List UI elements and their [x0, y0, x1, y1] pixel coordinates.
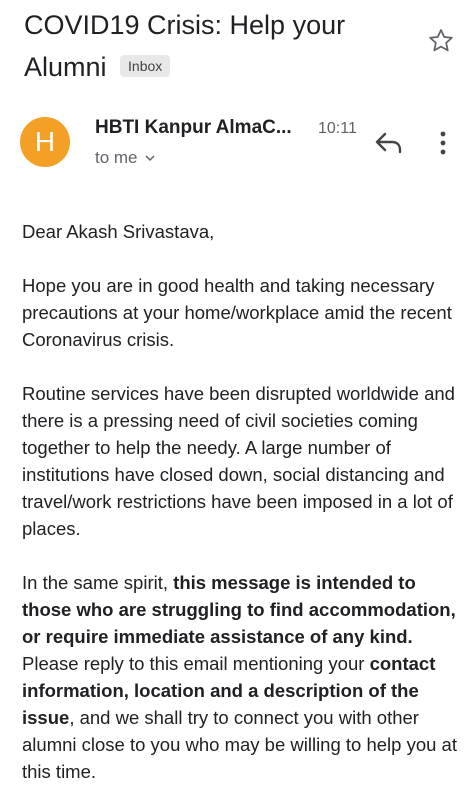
sender-name[interactable]: HBTI Kanpur AlmaC...: [95, 116, 305, 140]
reply-icon[interactable]: [374, 130, 404, 156]
subject-text: COVID19 Crisis: Help your Alumni: [24, 10, 346, 82]
star-outline-icon[interactable]: [426, 26, 456, 56]
email-time: 10:11: [318, 120, 357, 137]
email-body: Dear Akash Srivastava, Hope you are in g…: [22, 218, 470, 812]
sender-avatar[interactable]: H: [20, 117, 70, 167]
recipient-label: to me: [95, 148, 138, 167]
more-vert-icon[interactable]: [436, 128, 450, 158]
recipient-details-toggle[interactable]: to me: [95, 148, 158, 168]
greeting: Dear Akash Srivastava,: [22, 221, 215, 242]
request-text-2: Please reply to this email mentioning yo…: [22, 653, 370, 674]
email-subject: COVID19 Crisis: Help your Alumni Inbox: [24, 4, 414, 88]
chevron-down-icon: [145, 155, 155, 162]
paragraph-services: Routine services have been disrupted wor…: [22, 383, 455, 539]
request-text-1: In the same spirit,: [22, 572, 174, 593]
inbox-label-chip[interactable]: Inbox: [120, 54, 171, 77]
paragraph-request: In the same spirit, this message is inte…: [22, 569, 470, 785]
paragraph-health: Hope you are in good health and taking n…: [22, 275, 452, 350]
request-text-3: , and we shall try to connect you with o…: [22, 707, 457, 782]
